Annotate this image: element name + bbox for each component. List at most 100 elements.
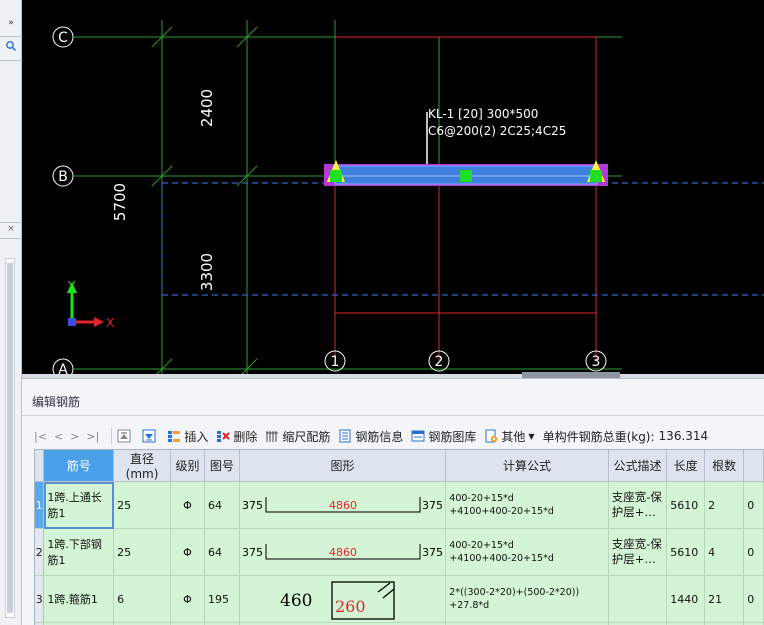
- move-up-button[interactable]: [117, 429, 134, 443]
- left-scrollbar[interactable]: [5, 258, 15, 618]
- search-icon[interactable]: [0, 40, 22, 55]
- axis-label-1: 1: [331, 354, 340, 370]
- cell-count[interactable]: 21: [704, 575, 745, 623]
- axis-row-c: C: [52, 26, 74, 48]
- axis-label-c: C: [58, 30, 68, 46]
- col-header-shape[interactable]: 图形: [239, 450, 447, 482]
- table-header: 筋号 直径(mm) 级别 图号 图形 计算公式 公式描述 长度 根数: [35, 450, 764, 482]
- row-number[interactable]: 1: [35, 481, 45, 529]
- cell-extra[interactable]: 0: [743, 575, 764, 623]
- cell-desc[interactable]: [608, 575, 668, 623]
- cell-length[interactable]: 1440: [666, 575, 706, 623]
- cell-shape[interactable]: 460 260: [239, 575, 447, 623]
- scale-rebar-label: 缩尺配筋: [282, 429, 331, 444]
- cell-figure-no[interactable]: 64: [204, 528, 240, 576]
- cell-count[interactable]: 4: [704, 528, 745, 576]
- col-header-name[interactable]: 筋号: [43, 450, 115, 482]
- cell-diameter[interactable]: 25: [113, 481, 171, 529]
- cell-grade[interactable]: Φ: [170, 481, 206, 529]
- axis-label-3: 3: [592, 354, 601, 370]
- rebar-library-label: 钢筋图库: [428, 429, 477, 444]
- nav-first-button[interactable]: |<: [34, 430, 47, 443]
- table-row[interactable]: 3 1跨.箍筋1 6 Φ 195 460 260 2*((300-2*20)+(…: [35, 575, 764, 623]
- cell-formula[interactable]: 400-20+15*d +4100+400-20+15*d: [445, 481, 609, 529]
- axis-label-a: A: [58, 362, 68, 374]
- rebar-info-button[interactable]: 钢筋信息: [338, 428, 403, 445]
- cell-desc[interactable]: 支座宽-保护层+…: [608, 528, 668, 576]
- axis-col-2: 2: [428, 350, 450, 372]
- col-header-grade[interactable]: 级别: [170, 450, 206, 482]
- shape-right-value: 375: [422, 499, 443, 512]
- nav-prev-button[interactable]: <: [54, 430, 63, 443]
- cell-name[interactable]: 1跨.下部钢筋1: [43, 528, 115, 576]
- cell-desc[interactable]: 支座宽-保护层+…: [608, 481, 668, 529]
- cell-extra[interactable]: 0: [743, 481, 764, 529]
- cell-name[interactable]: 1跨.上通长筋1: [43, 481, 115, 529]
- cell-length[interactable]: 5610: [666, 528, 706, 576]
- shape-left-value: 375: [242, 546, 263, 559]
- other-menu-button[interactable]: 其他 ▼: [484, 428, 535, 445]
- cell-diameter[interactable]: 25: [113, 528, 171, 576]
- cell-name[interactable]: 1跨.箍筋1: [43, 575, 115, 623]
- cell-length[interactable]: 5610: [666, 481, 706, 529]
- cell-grade[interactable]: Φ: [170, 575, 206, 623]
- table-row[interactable]: 1 1跨.上通长筋1 25 Φ 64 375 4860 375 400-20+1…: [35, 481, 764, 529]
- cell-figure-no[interactable]: 64: [204, 481, 240, 529]
- col-header-desc[interactable]: 公式描述: [608, 450, 668, 482]
- delete-button[interactable]: 删除: [216, 428, 257, 445]
- close-icon[interactable]: ×: [0, 224, 22, 234]
- row-number[interactable]: 2: [35, 528, 45, 576]
- col-header-figure-no[interactable]: 图号: [204, 450, 240, 482]
- delete-icon: [217, 431, 231, 442]
- table-row[interactable]: 2 1跨.下部钢筋1 25 Φ 64 375 4860 375 400-20+1…: [35, 528, 764, 576]
- cell-formula[interactable]: 400-20+15*d +4100+400-20+15*d: [445, 528, 609, 576]
- grip-middle[interactable]: [460, 170, 472, 182]
- grid-lines: [74, 20, 622, 374]
- cell-grade[interactable]: Φ: [170, 528, 206, 576]
- insert-button[interactable]: 插入: [167, 428, 208, 445]
- grip-start[interactable]: [330, 170, 342, 182]
- cad-canvas[interactable]: C B A 1 2 3 2400 3300 5700 KL-1 [20] 300…: [22, 0, 764, 374]
- move-down-button[interactable]: [142, 429, 159, 443]
- ucs-y-label: Y: [67, 279, 76, 293]
- total-weight-value: 136.314: [658, 429, 709, 443]
- insert-label: 插入: [184, 429, 209, 444]
- col-header-count[interactable]: 根数: [704, 450, 745, 482]
- rebar-library-button[interactable]: 钢筋图库: [411, 428, 476, 445]
- shape-mid-value: 4860: [329, 499, 357, 512]
- insert-icon: [168, 431, 181, 442]
- col-header-formula[interactable]: 计算公式: [445, 450, 609, 482]
- beam-annotation-line1: KL-1 [20] 300*500: [428, 107, 538, 121]
- rebar-info-label: 钢筋信息: [355, 429, 404, 444]
- move-down-icon: [142, 429, 156, 443]
- nav-last-button[interactable]: >|: [86, 430, 99, 443]
- move-up-icon: [117, 429, 131, 443]
- cell-figure-no[interactable]: 195: [204, 575, 240, 623]
- cell-formula[interactable]: 2*((300-2*20)+(500-2*20)) +27.8*d: [445, 575, 609, 623]
- shape-mid-value: 260: [335, 597, 366, 616]
- total-weight-label: 单构件钢筋总重(kg):: [542, 429, 655, 444]
- rebar-editor-panel: 编辑钢筋 |< < > >| 插入 删除 缩尺配筋 钢筋信息 钢筋图库 其他 ▼…: [22, 378, 764, 625]
- chevron-down-icon: ▼: [528, 431, 535, 441]
- app-window: » × C B A 1 2 3 2400 3300 5700 KL-1 [20]…: [0, 0, 764, 625]
- beam-kl-1[interactable]: [324, 160, 608, 186]
- row-number[interactable]: 3: [35, 575, 45, 623]
- cell-shape[interactable]: 375 4860 375: [239, 528, 447, 576]
- cell-shape[interactable]: 375 4860 375: [239, 481, 447, 529]
- col-header-diameter[interactable]: 直径(mm): [113, 450, 171, 482]
- cell-diameter[interactable]: 6: [113, 575, 171, 623]
- expand-panel-button[interactable]: »: [0, 18, 22, 28]
- nav-next-button[interactable]: >: [70, 430, 79, 443]
- dimension-total: 5700: [111, 183, 129, 221]
- scale-rebar-button[interactable]: 缩尺配筋: [265, 428, 330, 445]
- axis-label-b: B: [58, 169, 68, 185]
- col-header-extra[interactable]: [743, 450, 764, 482]
- cell-extra[interactable]: 0: [743, 528, 764, 576]
- straight-bar-shape: 375 4860 375: [242, 497, 443, 513]
- col-header-length[interactable]: 长度: [666, 450, 706, 482]
- red-column-lines: [334, 36, 597, 362]
- dashed-lines: [161, 182, 764, 296]
- cell-count[interactable]: 2: [704, 481, 745, 529]
- axis-col-1: 1: [324, 350, 346, 372]
- grip-end[interactable]: [590, 170, 602, 182]
